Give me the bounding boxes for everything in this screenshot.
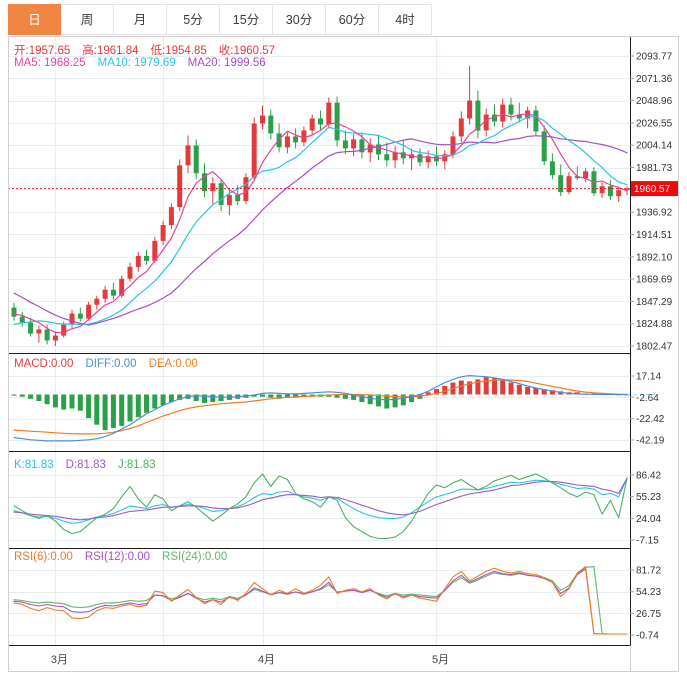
svg-text:1981.73: 1981.73 — [636, 163, 673, 174]
svg-text:1892.10: 1892.10 — [636, 252, 673, 263]
trading-chart-app: { "toolbar": { "tabs": [ {"label": "日", … — [0, 0, 687, 676]
svg-text:2004.14: 2004.14 — [636, 141, 673, 152]
ohlc-legend-item: 收:1960.57 — [218, 45, 276, 57]
svg-text:-2.64: -2.64 — [636, 393, 659, 404]
svg-text:4月: 4月 — [258, 654, 275, 666]
svg-text:-42.19: -42.19 — [636, 436, 665, 447]
y-axis-labels: 2093.77 2071.36 2048.96 2026.55 2004.14 1981.… — [630, 52, 673, 642]
svg-text:54.23: 54.23 — [636, 587, 661, 598]
ohlc-legend-item: 低:1954.85 — [150, 45, 207, 57]
svg-text:1869.69: 1869.69 — [636, 275, 673, 286]
svg-text:1960.57: 1960.57 — [634, 184, 671, 195]
svg-text:86.42: 86.42 — [636, 471, 661, 482]
kdj-legend-item: K:81.83 — [14, 459, 54, 471]
ma-legend-item: MA20: 1999.56 — [187, 57, 266, 69]
candles-layer — [11, 65, 630, 346]
macd-legend: MACD:0.00 DIFF:0.00 DEA:0.00 — [14, 358, 198, 370]
svg-text:24.04: 24.04 — [636, 514, 661, 525]
macd-panel — [11, 375, 656, 442]
svg-text:2026.55: 2026.55 — [636, 118, 673, 129]
svg-text:-7.15: -7.15 — [636, 536, 659, 547]
kdj-legend: K:81.83 D:81.83 J:81.83 — [14, 459, 156, 471]
svg-text:2071.36: 2071.36 — [636, 74, 673, 85]
ohlc-legend-item: 高:1961.84 — [82, 45, 139, 57]
svg-text:1802.47: 1802.47 — [636, 342, 673, 353]
svg-text:-22.42: -22.42 — [636, 414, 665, 425]
svg-text:5月: 5月 — [432, 654, 449, 666]
svg-text:26.75: 26.75 — [636, 609, 661, 620]
svg-text:17.14: 17.14 — [636, 372, 661, 383]
rsi-legend-item: RSI(12):0.00 — [84, 551, 151, 563]
current-price-badge: 1960.57 — [631, 181, 678, 197]
svg-text:2093.77: 2093.77 — [636, 52, 673, 63]
svg-text:55.23: 55.23 — [636, 492, 661, 503]
ma-lines — [13, 113, 628, 334]
kdj-panel — [13, 473, 628, 540]
macd-legend-item: MACD:0.00 — [14, 358, 74, 370]
rsi-legend-item: RSI(6):0.00 — [14, 551, 73, 563]
rsi-legend: RSI(6):0.00 RSI(12):0.00 RSI(24):0.00 — [14, 551, 227, 563]
ma-legend: MA5: 1968.25 MA10: 1979.69 MA20: 1999.56 — [14, 57, 266, 69]
svg-text:2048.96: 2048.96 — [636, 96, 673, 107]
svg-text:1824.88: 1824.88 — [636, 319, 673, 330]
rsi-panel — [13, 566, 628, 635]
ma-legend-item: MA5: 1968.25 — [14, 57, 86, 69]
ohlc-legend: 开:1957.65 高:1961.84 低:1954.85 收:1960.57 — [14, 42, 275, 58]
x-axis-labels: 3月 4月 5月 — [51, 654, 449, 666]
ma-legend-item: MA10: 1979.69 — [97, 57, 176, 69]
kdj-legend-item: D:81.83 — [65, 459, 106, 471]
macd-legend-item: DIFF:0.00 — [85, 358, 137, 370]
svg-text:1847.29: 1847.29 — [636, 297, 673, 308]
svg-text:3月: 3月 — [51, 654, 68, 666]
svg-text:-0.74: -0.74 — [636, 631, 659, 642]
kdj-legend-item: J:81.83 — [117, 459, 156, 471]
rsi-legend-item: RSI(24):0.00 — [162, 551, 228, 563]
svg-text:1914.51: 1914.51 — [636, 230, 673, 241]
macd-legend-item: DEA:0.00 — [148, 358, 198, 370]
ohlc-legend-item: 开:1957.65 — [14, 45, 71, 57]
svg-text:1936.92: 1936.92 — [636, 208, 673, 219]
chart-canvas[interactable]: 2093.77 2071.36 2048.96 2026.55 2004.14 1981.… — [0, 0, 687, 676]
svg-text:81.72: 81.72 — [636, 566, 661, 577]
